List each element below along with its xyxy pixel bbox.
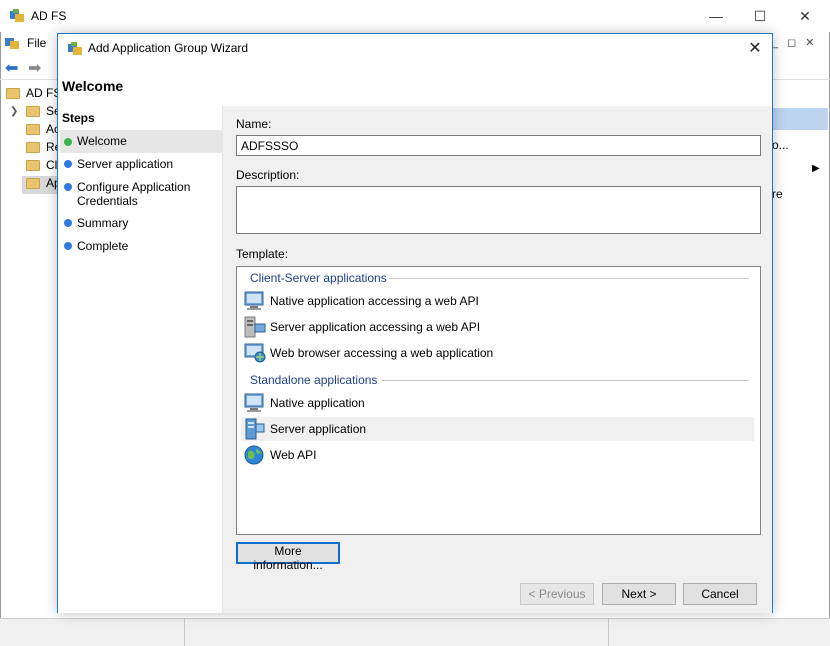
tree-item[interactable]: Ac xyxy=(26,122,58,140)
template-server-application[interactable]: Server application xyxy=(241,417,754,441)
actions-item[interactable]: re xyxy=(772,187,783,201)
name-label: Name: xyxy=(236,117,272,131)
close-icon[interactable]: ✕ xyxy=(790,6,820,26)
back-arrow-icon[interactable]: ⬅ xyxy=(5,58,18,78)
template-native-application[interactable]: Native application xyxy=(241,391,754,415)
console-icon xyxy=(5,38,19,49)
add-application-group-wizard: Add Application Group Wizard ✕ Welcome S… xyxy=(57,33,773,613)
template-web-browser-web-app[interactable]: Web browser accessing a web application xyxy=(241,341,754,365)
steps-title: Steps xyxy=(62,111,95,125)
adfs-app-icon xyxy=(10,9,24,22)
folder-icon xyxy=(26,178,40,190)
step-server-application[interactable]: Server application xyxy=(60,157,222,171)
step-configure-credentials[interactable]: Configure Application Credentials xyxy=(60,180,210,208)
folder-icon xyxy=(26,124,40,136)
template-native-app-web-api[interactable]: Native application accessing a web API xyxy=(241,289,754,313)
page-title: Welcome xyxy=(62,78,124,94)
tree-item[interactable]: Se xyxy=(26,104,58,122)
group-divider xyxy=(382,380,749,381)
native-app-icon xyxy=(244,393,264,412)
step-status-pending-icon xyxy=(64,242,72,250)
folder-icon xyxy=(6,88,20,100)
folder-icon xyxy=(26,160,40,172)
maximize-icon[interactable]: ☐ xyxy=(745,6,775,26)
previous-button[interactable]: < Previous xyxy=(520,583,594,605)
web-browser-icon xyxy=(244,343,266,363)
wizard-content: Name: Description: Template: Client-Serv… xyxy=(224,106,772,613)
step-status-current-icon xyxy=(64,138,72,146)
tree-item[interactable]: Cl xyxy=(26,158,58,176)
group-header-standalone: Standalone applications xyxy=(250,373,378,387)
status-bar-divider xyxy=(184,618,185,646)
step-status-pending-icon xyxy=(64,183,72,191)
chevron-right-icon[interactable]: ❯ xyxy=(10,106,18,117)
more-information-button[interactable]: More information... xyxy=(236,542,340,572)
step-welcome[interactable]: Welcome xyxy=(60,130,222,153)
wizard-title: Add Application Group Wizard xyxy=(88,41,249,55)
description-label: Description: xyxy=(236,168,300,182)
template-label: Template: xyxy=(236,247,289,261)
group-divider xyxy=(389,278,749,279)
server-app-icon xyxy=(245,418,265,440)
name-input[interactable] xyxy=(236,135,761,156)
folder-icon xyxy=(26,106,40,118)
tree-item[interactable]: Re xyxy=(26,140,58,158)
cancel-button[interactable]: Cancel xyxy=(683,583,757,605)
template-web-api[interactable]: Web API xyxy=(241,443,754,467)
wizard-app-icon xyxy=(68,42,82,55)
menu-file[interactable]: File xyxy=(27,36,46,50)
minimize-icon[interactable]: — xyxy=(701,6,731,26)
wizard-header xyxy=(58,64,772,106)
step-status-pending-icon xyxy=(64,219,72,227)
tree-item-root[interactable]: AD FS xyxy=(6,86,58,104)
mdi-controls[interactable]: _◻✕ xyxy=(772,36,823,49)
folder-icon xyxy=(26,142,40,154)
next-button[interactable]: Next > xyxy=(602,583,676,605)
template-list: Client-Server applications Native applic… xyxy=(236,266,761,535)
step-summary[interactable]: Summary xyxy=(60,216,222,230)
template-server-app-web-api[interactable]: Server application accessing a web API xyxy=(241,315,754,339)
status-bar-divider xyxy=(608,618,609,646)
status-bar xyxy=(0,618,830,646)
actions-item[interactable]: o... xyxy=(772,138,789,152)
adfs-window-title: AD FS xyxy=(31,9,67,23)
close-icon[interactable]: ✕ xyxy=(743,38,767,60)
step-status-pending-icon xyxy=(64,160,72,168)
globe-icon xyxy=(244,445,264,465)
wizard-body: Steps Welcome Server application Configu… xyxy=(58,106,772,613)
tree-item-selected[interactable]: Ap xyxy=(22,176,58,194)
description-input[interactable] xyxy=(236,186,761,234)
group-header-client-server: Client-Server applications xyxy=(250,271,387,285)
step-complete[interactable]: Complete xyxy=(60,239,222,253)
steps-panel: Steps Welcome Server application Configu… xyxy=(58,106,223,613)
forward-arrow-icon[interactable]: ➡ xyxy=(28,58,41,78)
server-app-icon xyxy=(244,316,266,338)
actions-pane-header xyxy=(772,108,828,130)
native-app-icon xyxy=(244,291,264,310)
submenu-arrow-icon: ▶ xyxy=(812,163,820,174)
